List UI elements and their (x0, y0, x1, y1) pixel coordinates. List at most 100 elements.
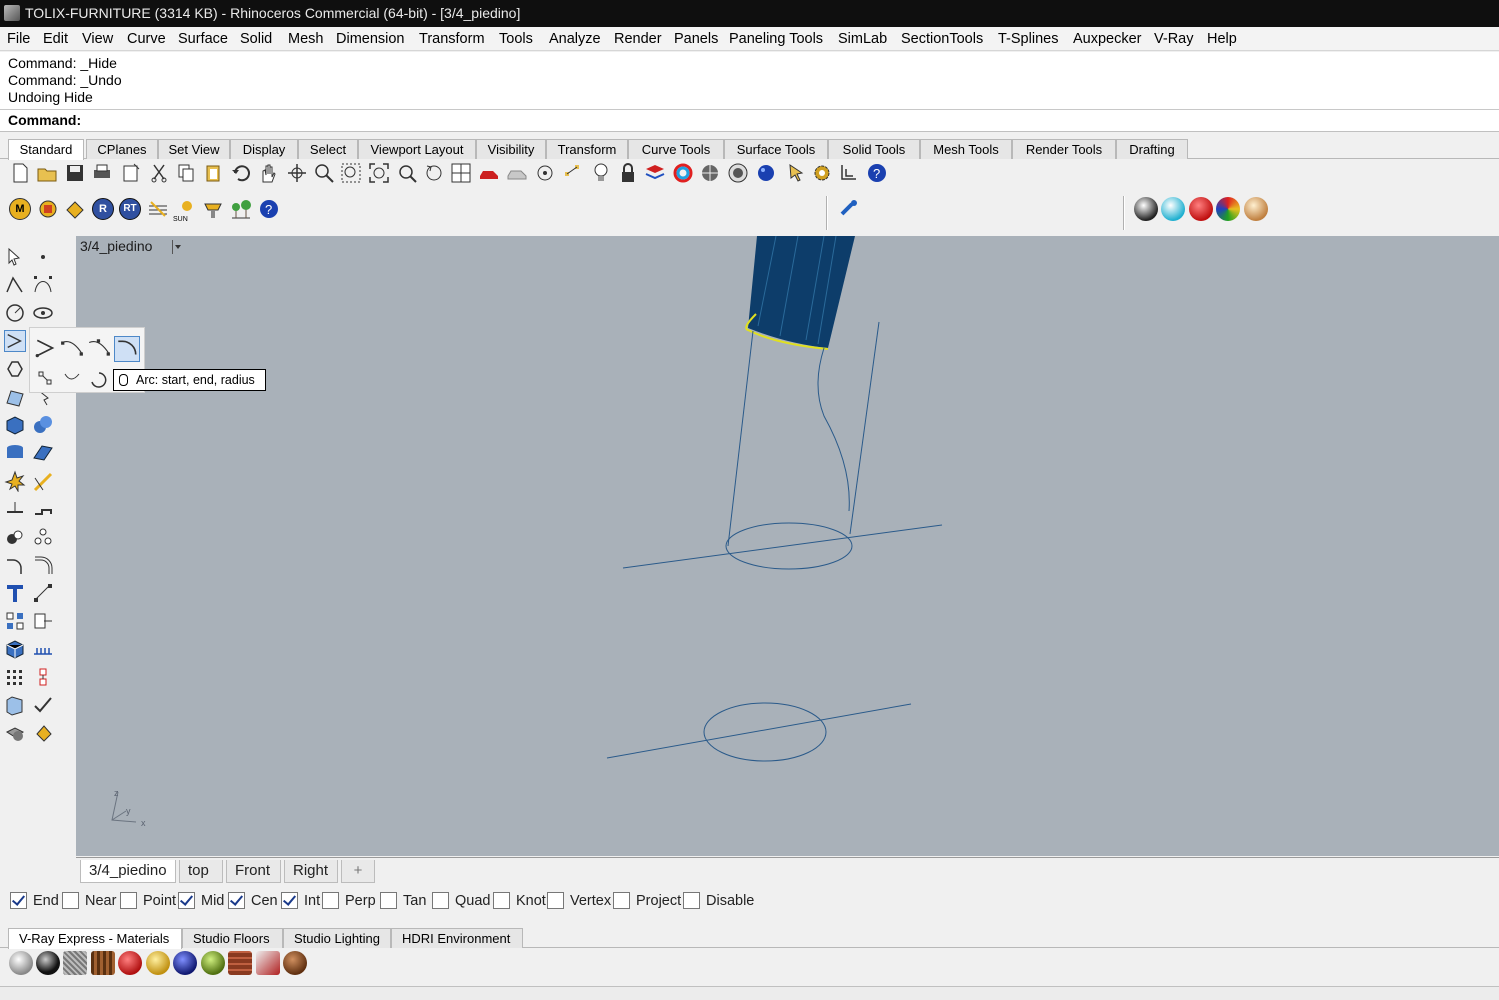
viewport-geometry[interactable]: z y x (76, 236, 1499, 856)
print-icon[interactable] (91, 162, 113, 184)
extrude-icon[interactable] (4, 442, 26, 464)
car-icon[interactable] (478, 162, 500, 184)
polyline-icon[interactable] (4, 274, 26, 296)
vray-rt-icon[interactable]: RT (119, 198, 141, 220)
vray-dr-icon[interactable] (64, 198, 86, 220)
menu-dimension[interactable]: Dimension (336, 31, 405, 47)
text-tool-icon[interactable] (4, 582, 26, 604)
tab-cplanes[interactable]: CPlanes (86, 139, 158, 159)
undo-icon[interactable] (230, 162, 252, 184)
select-points-icon[interactable] (562, 162, 584, 184)
zoom-window-icon[interactable] (340, 162, 362, 184)
viewport-menu-chevron-down-icon[interactable] (172, 240, 182, 254)
extract-icon[interactable] (32, 666, 54, 688)
command-prompt-input[interactable]: Command: (0, 110, 1499, 132)
material-wood-icon[interactable] (91, 951, 115, 975)
cut-icon[interactable] (148, 162, 170, 184)
copy-icon[interactable] (175, 162, 197, 184)
arc-three-point-icon[interactable] (87, 336, 111, 360)
lock-icon[interactable] (617, 162, 639, 184)
grid-lines-icon[interactable] (32, 638, 54, 660)
material-swatch-black-icon[interactable] (1134, 197, 1158, 221)
rotate-view-icon[interactable] (286, 162, 308, 184)
arc-extend-icon[interactable] (60, 368, 84, 390)
zoom-extents-icon[interactable] (368, 162, 390, 184)
ungroup-icon[interactable] (32, 526, 54, 548)
command-history[interactable]: Command: _Hide Command: _Undo Undoing Hi… (0, 52, 1499, 110)
osnap-end-checkbox[interactable] (10, 892, 27, 909)
menu-solid[interactable]: Solid (240, 31, 272, 47)
vray-material-editor-icon[interactable]: M (9, 198, 31, 220)
check-icon[interactable] (32, 694, 54, 716)
vray-options-icon[interactable] (37, 198, 59, 220)
curve-control-points-icon[interactable] (32, 274, 54, 296)
tab-visibility[interactable]: Visibility (476, 139, 546, 159)
leg-solid-body[interactable] (748, 236, 855, 348)
menu-t-splines[interactable]: T-Splines (998, 31, 1058, 47)
tab-studio-lighting[interactable]: Studio Lighting (283, 928, 391, 948)
menu-file[interactable]: File (7, 31, 30, 47)
render-icon[interactable] (755, 162, 777, 184)
box-solid-icon[interactable] (4, 414, 26, 436)
material-glass-icon[interactable] (256, 951, 280, 975)
render-object-icon[interactable] (4, 722, 26, 744)
menu-help[interactable]: Help (1207, 31, 1237, 47)
menu-sectiontools[interactable]: SectionTools (901, 31, 983, 47)
grid-snap-icon[interactable] (839, 162, 861, 184)
arc-start-end-point-icon[interactable] (60, 336, 84, 360)
viewtab-right[interactable]: Right (284, 860, 338, 883)
vray-frame-buffer-icon[interactable] (147, 198, 169, 220)
tab-hdri-environment[interactable]: HDRI Environment (391, 928, 523, 948)
tab-studio-floors[interactable]: Studio Floors (182, 928, 283, 948)
offset-curve-icon[interactable] (32, 554, 54, 576)
profile-curve-right[interactable] (849, 321, 880, 535)
material-brick-icon[interactable] (228, 951, 252, 975)
shaded-car-icon[interactable] (506, 162, 528, 184)
boolean-union-icon[interactable] (32, 414, 54, 436)
tab-set-view[interactable]: Set View (158, 139, 230, 159)
arc-start-end-radius-icon[interactable] (114, 336, 140, 362)
tab-viewport-layout[interactable]: Viewport Layout (358, 139, 476, 159)
arc-tangent-icon[interactable] (34, 368, 58, 390)
osnap-cen[interactable]: Cen (228, 892, 278, 909)
osnap-disable[interactable]: Disable (683, 892, 754, 909)
zoom-selected-icon[interactable] (396, 162, 418, 184)
osnap-quad-checkbox[interactable] (432, 892, 449, 909)
osnap-tan[interactable]: Tan (380, 892, 426, 909)
tab-render-tools[interactable]: Render Tools (1012, 139, 1116, 159)
tab-vray-express-materials[interactable]: V-Ray Express - Materials (8, 928, 182, 949)
menu-transform[interactable]: Transform (419, 31, 485, 47)
planar-surface-icon[interactable] (32, 442, 54, 464)
base-ellipse-lower[interactable] (703, 702, 827, 762)
circle-tool-icon[interactable] (4, 302, 26, 324)
rhino-app-icon[interactable] (4, 5, 20, 21)
options-gear-icon[interactable] (811, 162, 833, 184)
point-icon[interactable] (534, 162, 556, 184)
new-file-icon[interactable] (9, 162, 31, 184)
light-bulb-icon[interactable] (590, 162, 612, 184)
zoom-icon[interactable] (313, 162, 335, 184)
material-black-icon[interactable] (36, 951, 60, 975)
material-red-icon[interactable] (118, 951, 142, 975)
four-viewports-icon[interactable] (450, 162, 472, 184)
menu-render[interactable]: Render (614, 31, 662, 47)
viewtab-front[interactable]: Front (226, 860, 281, 883)
tab-curve-tools[interactable]: Curve Tools (628, 139, 724, 159)
undo-view-icon[interactable] (423, 162, 445, 184)
osnap-int[interactable]: Int (281, 892, 320, 909)
fillet-icon[interactable] (4, 554, 26, 576)
menu-mesh[interactable]: Mesh (288, 31, 323, 47)
save-icon[interactable] (64, 162, 86, 184)
explode-icon[interactable] (4, 470, 26, 492)
add-viewport-tab-button[interactable]: + (341, 860, 375, 883)
menu-analyze[interactable]: Analyze (549, 31, 601, 47)
tab-surface-tools[interactable]: Surface Tools (724, 139, 828, 159)
menu-tools[interactable]: Tools (499, 31, 533, 47)
menu-panels[interactable]: Panels (674, 31, 718, 47)
menu-view[interactable]: View (82, 31, 113, 47)
material-swatch-multicolor-icon[interactable] (1216, 197, 1240, 221)
select-arrow-icon[interactable] (4, 246, 26, 268)
paint-bucket-icon[interactable] (32, 722, 54, 744)
vray-render-icon[interactable]: R (92, 198, 114, 220)
material-metal-mesh-icon[interactable] (63, 951, 87, 975)
